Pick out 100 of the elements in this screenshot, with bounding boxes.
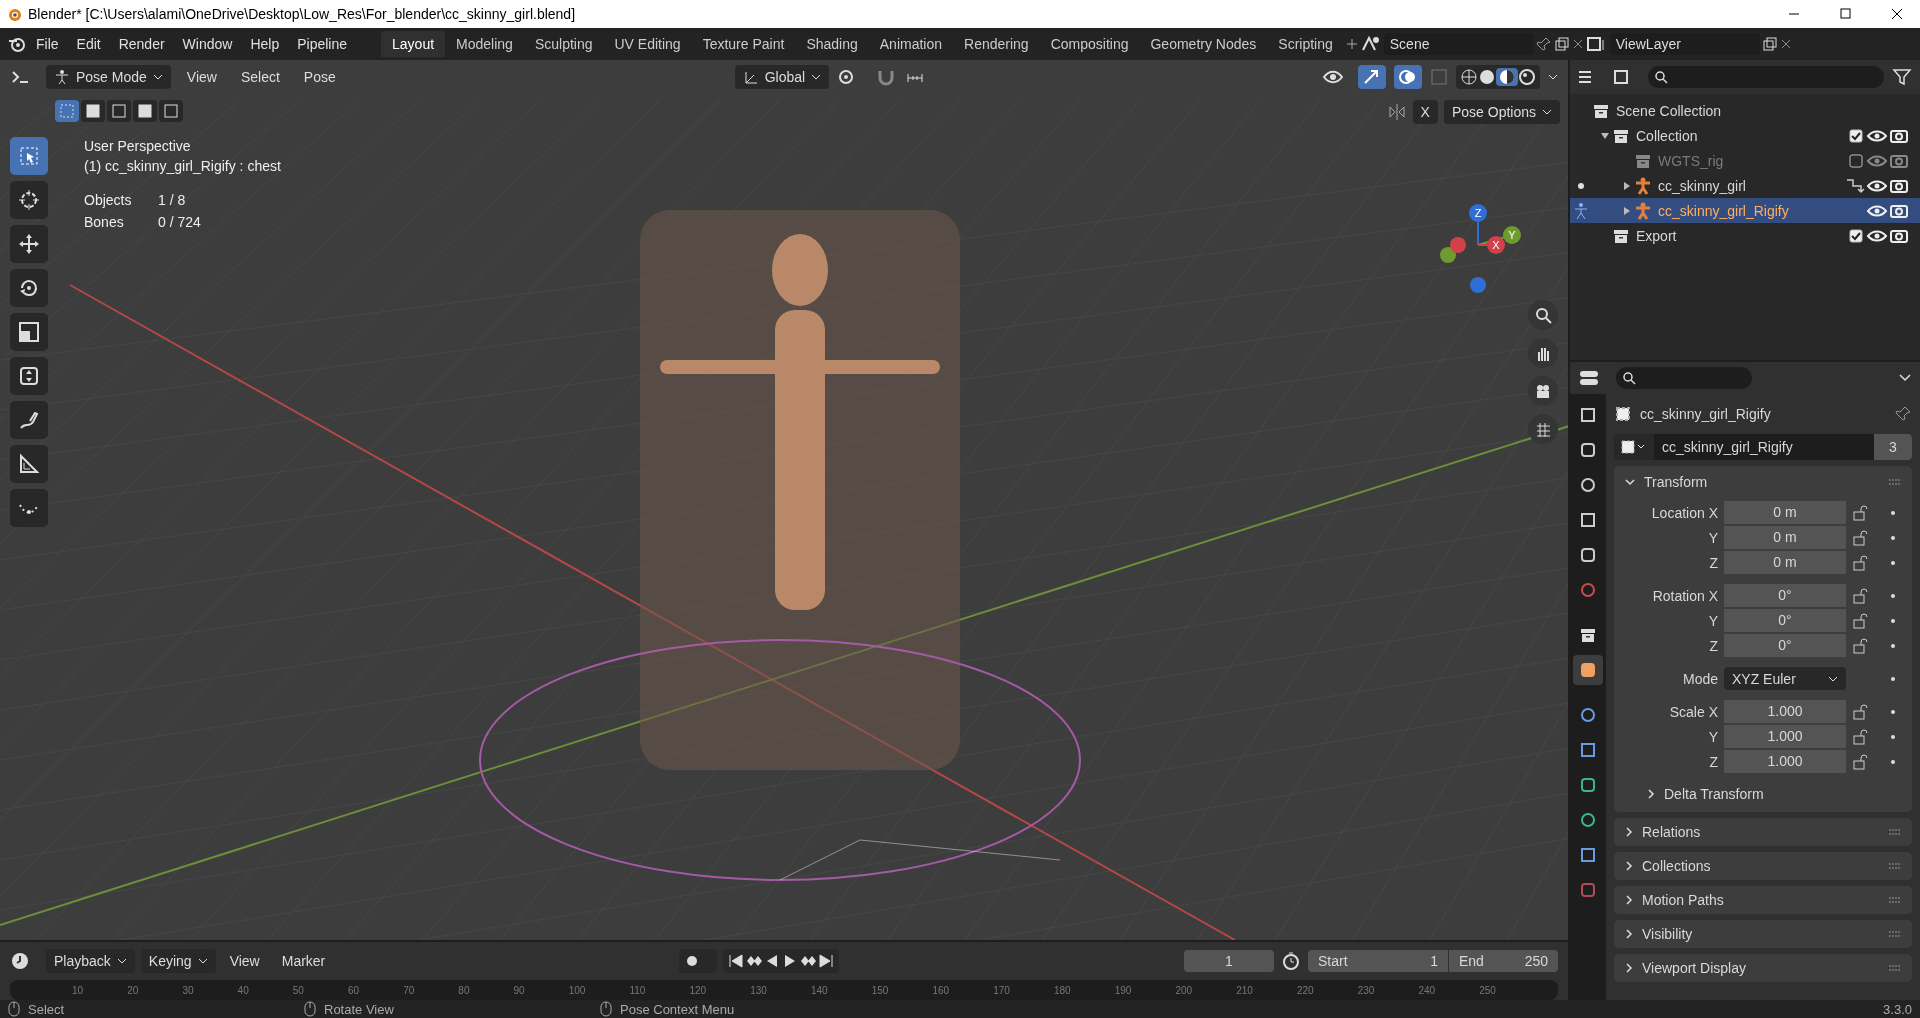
keyframe-dot-icon[interactable] xyxy=(1891,759,1895,764)
overlays-icon[interactable] xyxy=(1398,68,1418,86)
tool-button[interactable] xyxy=(10,313,48,351)
orientation-dropdown[interactable]: Global xyxy=(734,65,830,89)
material-shading-icon[interactable] xyxy=(1498,68,1516,86)
outliner-row[interactable]: cc_skinny_girl xyxy=(1570,173,1920,198)
menu-item[interactable]: Help xyxy=(242,32,288,56)
collapsed-triangle-icon[interactable] xyxy=(1622,205,1632,216)
number-field[interactable]: 1.000 xyxy=(1724,725,1846,748)
datablock-name-field[interactable]: cc_skinny_girl_Rigify xyxy=(1654,439,1874,455)
search-field[interactable] xyxy=(1648,66,1884,88)
keyframe-dot-icon[interactable] xyxy=(1891,676,1895,681)
user-count[interactable]: 3 xyxy=(1874,434,1912,460)
menu-item[interactable]: View xyxy=(221,949,268,973)
rendered-shading-icon[interactable] xyxy=(1518,68,1536,86)
grid-icon[interactable] xyxy=(1534,420,1552,438)
workspace-tab[interactable]: Texture Paint xyxy=(691,31,796,57)
panel-header[interactable]: Collections xyxy=(1614,852,1912,880)
workspace-tab[interactable]: Shading xyxy=(795,31,869,57)
subpanel-header[interactable]: Delta Transform xyxy=(1646,786,1902,802)
pin-icon[interactable] xyxy=(1535,36,1552,52)
mirror-x-toggle[interactable]: X xyxy=(1412,100,1438,124)
menu-item[interactable]: Marker xyxy=(273,949,334,973)
wireframe-shading-icon[interactable] xyxy=(1460,68,1478,86)
keyframe-dot-icon[interactable] xyxy=(1891,510,1895,515)
navigation-gizmo[interactable]: Z Y X xyxy=(1428,195,1528,295)
copy-icon[interactable] xyxy=(1553,36,1570,52)
padlock-icon[interactable] xyxy=(1852,504,1870,521)
copy-icon[interactable] xyxy=(1761,36,1778,52)
maximize-icon[interactable] xyxy=(1837,6,1853,22)
padlock-icon[interactable] xyxy=(1852,529,1870,546)
menu-item[interactable]: Pose xyxy=(295,65,344,89)
search-field[interactable] xyxy=(1616,367,1752,389)
padlock-icon[interactable] xyxy=(1852,554,1870,571)
panel-header[interactable]: Visibility xyxy=(1614,920,1912,948)
menu-dropdown[interactable]: Keying xyxy=(140,949,216,973)
menu-item[interactable]: View xyxy=(178,65,225,89)
tool-button[interactable] xyxy=(10,269,48,307)
tool-button[interactable] xyxy=(10,445,48,483)
number-field[interactable]: 0° xyxy=(1724,609,1846,632)
filter-icon[interactable] xyxy=(1892,68,1914,86)
panel-title[interactable]: Transform xyxy=(1644,474,1880,490)
tree-item[interactable]: Scene Collection xyxy=(1616,102,1910,119)
camera-icon[interactable] xyxy=(1888,227,1910,244)
start-frame-field[interactable]: Start 1 xyxy=(1308,950,1448,972)
stopwatch-icon[interactable] xyxy=(1280,951,1302,971)
menu-dropdown[interactable]: Playback xyxy=(46,949,135,973)
view-layer-field[interactable]: ViewLayer xyxy=(1609,33,1760,55)
camera-icon[interactable] xyxy=(1888,127,1910,144)
outliner-row[interactable]: Collection xyxy=(1570,123,1920,148)
chevron-down-icon[interactable] xyxy=(1624,476,1636,488)
keyframe-dot-icon[interactable] xyxy=(1891,560,1895,565)
tool-button[interactable] xyxy=(10,225,48,263)
scene-field[interactable]: Scene xyxy=(1383,33,1534,55)
selection-mode-icon[interactable] xyxy=(137,103,153,119)
tool-button[interactable] xyxy=(10,401,48,439)
blender-logo-icon[interactable] xyxy=(8,35,26,53)
menu-item[interactable]: Edit xyxy=(68,32,109,56)
number-field[interactable]: 0 m xyxy=(1724,526,1846,549)
drag-grip-icon[interactable] xyxy=(1888,478,1902,486)
padlock-icon[interactable] xyxy=(1852,612,1870,629)
workspace-tab[interactable]: Scripting xyxy=(1267,31,1344,57)
checkbox-checked-icon[interactable] xyxy=(1848,227,1866,244)
caret-icon[interactable] xyxy=(1548,73,1558,81)
jump-end-icon[interactable] xyxy=(816,952,835,970)
number-field[interactable]: 0 m xyxy=(1724,551,1846,574)
number-field[interactable]: 0 m xyxy=(1724,501,1846,524)
outliner-row[interactable]: Export xyxy=(1570,223,1920,248)
pin-icon[interactable] xyxy=(1894,405,1912,423)
mode-dropdown[interactable]: Pose Mode xyxy=(46,65,171,89)
padlock-icon[interactable] xyxy=(1852,703,1870,720)
workspace-tab[interactable]: Compositing xyxy=(1039,31,1140,57)
pose-options-dropdown[interactable]: Pose Options xyxy=(1443,100,1560,124)
tool-button[interactable] xyxy=(10,181,48,219)
menu-item[interactable]: Pipeline xyxy=(289,32,356,56)
panel-header[interactable]: Motion Paths xyxy=(1614,886,1912,914)
workspace-tab[interactable]: UV Editing xyxy=(603,31,692,57)
camera-icon[interactable] xyxy=(1888,177,1910,194)
number-field[interactable]: 1.000 xyxy=(1724,750,1846,773)
number-field[interactable]: 0° xyxy=(1724,584,1846,607)
properties-tab[interactable] xyxy=(1573,655,1603,685)
outliner-row[interactable]: cc_skinny_girl_Rigify xyxy=(1570,198,1920,223)
close-icon[interactable] xyxy=(1889,6,1905,22)
mode-dropdown[interactable]: XYZ Euler xyxy=(1724,667,1846,690)
caret-icon[interactable] xyxy=(1898,373,1912,383)
number-field[interactable]: 1.000 xyxy=(1724,700,1846,723)
keyframe-dot-icon[interactable] xyxy=(1891,618,1895,623)
collapsed-triangle-icon[interactable] xyxy=(1622,180,1632,191)
selection-mode-icon[interactable] xyxy=(85,103,101,119)
panel-header[interactable]: Relations xyxy=(1614,818,1912,846)
menu-item[interactable]: Render xyxy=(110,32,173,56)
solid-shading-icon[interactable] xyxy=(1478,68,1496,86)
camera-icon[interactable] xyxy=(1534,382,1552,400)
zoom-icon[interactable] xyxy=(1534,306,1552,324)
menu-item[interactable]: Window xyxy=(174,32,241,56)
padlock-icon[interactable] xyxy=(1852,728,1870,745)
expanded-triangle-icon[interactable] xyxy=(1600,130,1610,141)
workspace-tab[interactable]: Layout xyxy=(381,31,446,57)
tool-button[interactable] xyxy=(10,357,48,395)
jump-start-icon[interactable] xyxy=(726,952,745,970)
